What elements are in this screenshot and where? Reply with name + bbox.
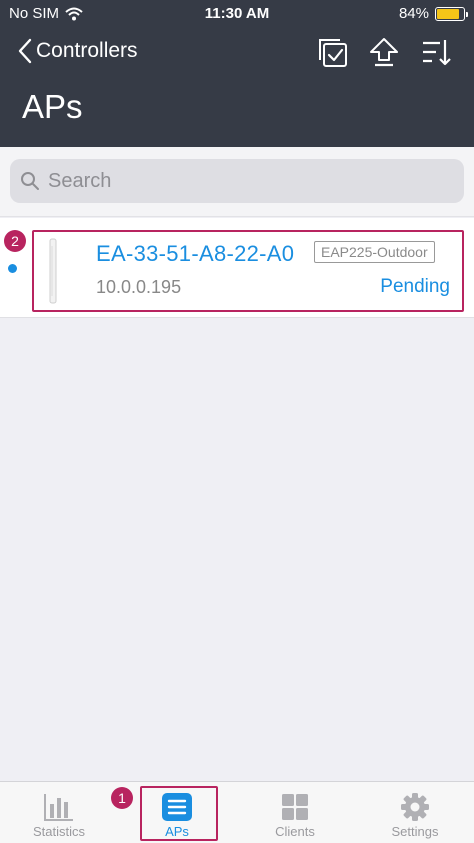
upgrade-icon[interactable]: [368, 36, 400, 68]
tab-clients[interactable]: Clients: [236, 782, 354, 843]
chevron-left-icon: [18, 38, 32, 64]
list-icon: [162, 793, 192, 821]
tab-aps-label: APs: [165, 824, 189, 839]
tab-bar: Statistics APs Clients Settings: [0, 781, 474, 843]
ap-model-badge: EAP225-Outdoor: [314, 241, 435, 263]
bar-chart-icon: [44, 794, 73, 821]
tab-statistics[interactable]: Statistics: [0, 782, 118, 843]
tab-statistics-label: Statistics: [32, 824, 85, 839]
tab-aps[interactable]: APs: [118, 782, 236, 843]
ap-list-item[interactable]: EA-33-51-A8-22-A0 EAP225-Outdoor 10.0.0.…: [32, 230, 464, 312]
search-icon: [21, 172, 39, 190]
access-point-thumbnail: [49, 238, 57, 304]
search-bar: [0, 147, 474, 217]
annotation-badge-1: 1: [111, 787, 133, 809]
battery-fill: [437, 8, 459, 19]
battery-percent: 84%: [398, 5, 429, 22]
grid-icon: [282, 794, 308, 820]
back-button[interactable]: Controllers: [18, 38, 138, 64]
header: No SIM 11:30 AM 84% Controllers APs: [0, 0, 474, 147]
tab-settings[interactable]: Settings: [356, 782, 474, 843]
annotation-badge-2: 2: [4, 230, 26, 252]
tab-clients-label: Clients: [275, 824, 315, 839]
search-input[interactable]: [48, 169, 428, 193]
sort-icon[interactable]: [420, 36, 452, 68]
page-title: APs: [22, 88, 83, 125]
ap-ip-address: 10.0.0.195: [96, 277, 182, 297]
batch-select-icon[interactable]: [316, 36, 348, 68]
ap-status: Pending: [380, 276, 450, 297]
tab-settings-label: Settings: [391, 824, 439, 839]
back-button-label: Controllers: [36, 39, 138, 62]
ap-mac-address: EA-33-51-A8-22-A0: [96, 241, 295, 266]
status-bar: No SIM 11:30 AM 84%: [0, 0, 474, 28]
gear-icon: [401, 793, 429, 821]
battery-icon: [435, 6, 468, 21]
nav-actions: [316, 36, 452, 68]
new-device-dot: [8, 264, 17, 273]
search-box[interactable]: [10, 159, 464, 203]
